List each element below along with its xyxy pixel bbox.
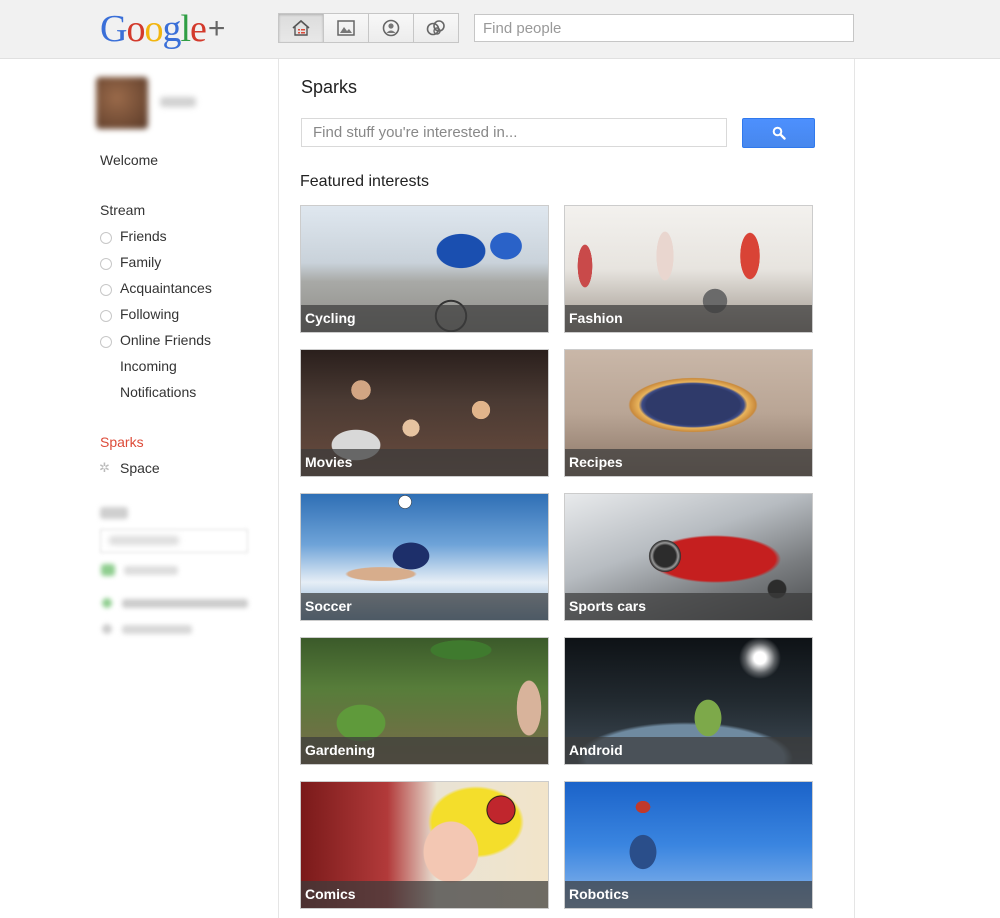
tile-label: Android — [565, 737, 812, 764]
circle-radio-icon — [100, 336, 112, 348]
photos-button[interactable] — [323, 13, 369, 43]
chat-contact-blurred[interactable] — [122, 599, 248, 608]
home-icon — [292, 19, 310, 36]
interest-tile-sports-cars[interactable]: Sports cars — [564, 493, 813, 621]
chat-status-blurred — [124, 566, 178, 575]
tile-label: Soccer — [301, 593, 548, 620]
circle-radio-icon — [100, 258, 112, 270]
sidebar-item-sparks[interactable]: Sparks — [100, 434, 144, 450]
tile-label: Cycling — [301, 305, 548, 332]
interest-tile-recipes[interactable]: Recipes — [564, 349, 813, 477]
tile-label: Fashion — [565, 305, 812, 332]
profile-icon — [382, 19, 400, 37]
status-dot-blurred — [101, 564, 115, 576]
interest-tile-gardening[interactable]: Gardening — [300, 637, 549, 765]
left-sidebar: Welcome Stream Friends Family Acquaintan… — [0, 59, 278, 918]
find-people-input[interactable] — [474, 14, 854, 42]
sparkle-icon: ✲ — [99, 460, 110, 475]
main-content: Sparks Featured interests Cycling Fashio… — [278, 59, 855, 918]
search-icon — [772, 126, 786, 140]
sparks-search-input[interactable] — [301, 118, 727, 147]
circle-radio-icon — [100, 310, 112, 322]
interest-tile-movies[interactable]: Movies — [300, 349, 549, 477]
featured-interests-heading: Featured interests — [300, 173, 429, 190]
top-nav — [278, 13, 459, 43]
page-title: Sparks — [301, 77, 358, 97]
interest-tile-cycling[interactable]: Cycling — [300, 205, 549, 333]
search-button[interactable] — [742, 118, 815, 148]
top-bar: Google+ — [0, 0, 1000, 59]
chat-contact-blurred[interactable] — [122, 625, 192, 634]
interest-tile-comics[interactable]: Comics — [300, 781, 549, 909]
avatar[interactable] — [96, 77, 148, 129]
google-plus-logo[interactable]: Google+ — [100, 8, 225, 50]
sidebar-item-family[interactable]: Family — [120, 254, 161, 270]
circles-button[interactable] — [413, 13, 459, 43]
sidebar-item-acquaintances[interactable]: Acquaintances — [120, 280, 212, 296]
chat-heading-blurred — [100, 507, 128, 519]
sidebar-item-incoming[interactable]: Incoming — [120, 358, 177, 374]
chat-search-blurred[interactable] — [100, 529, 248, 553]
tile-label: Recipes — [565, 449, 812, 476]
profile-button[interactable] — [368, 13, 414, 43]
sidebar-item-friends[interactable]: Friends — [120, 228, 167, 244]
sidebar-item-space[interactable]: Space — [120, 460, 160, 476]
circles-icon — [426, 20, 445, 36]
home-button[interactable] — [278, 13, 324, 43]
offline-dot-blurred — [102, 624, 112, 634]
online-dot-blurred — [102, 598, 112, 608]
photo-icon — [337, 20, 355, 36]
profile-name-blurred[interactable] — [160, 97, 196, 107]
tile-label: Movies — [301, 449, 548, 476]
interest-tile-soccer[interactable]: Soccer — [300, 493, 549, 621]
circle-radio-icon — [100, 232, 112, 244]
tile-label: Comics — [301, 881, 548, 908]
circle-radio-icon — [100, 284, 112, 296]
tile-label: Sports cars — [565, 593, 812, 620]
interest-tile-robotics[interactable]: Robotics — [564, 781, 813, 909]
tile-label: Gardening — [301, 737, 548, 764]
sidebar-item-stream[interactable]: Stream — [100, 202, 145, 218]
sidebar-item-online-friends[interactable]: Online Friends — [120, 332, 211, 348]
sidebar-item-welcome[interactable]: Welcome — [100, 152, 158, 168]
tile-label: Robotics — [565, 881, 812, 908]
sidebar-item-following[interactable]: Following — [120, 306, 179, 322]
interest-tile-fashion[interactable]: Fashion — [564, 205, 813, 333]
sidebar-item-notifications[interactable]: Notifications — [120, 384, 196, 400]
interest-tile-android[interactable]: Android — [564, 637, 813, 765]
